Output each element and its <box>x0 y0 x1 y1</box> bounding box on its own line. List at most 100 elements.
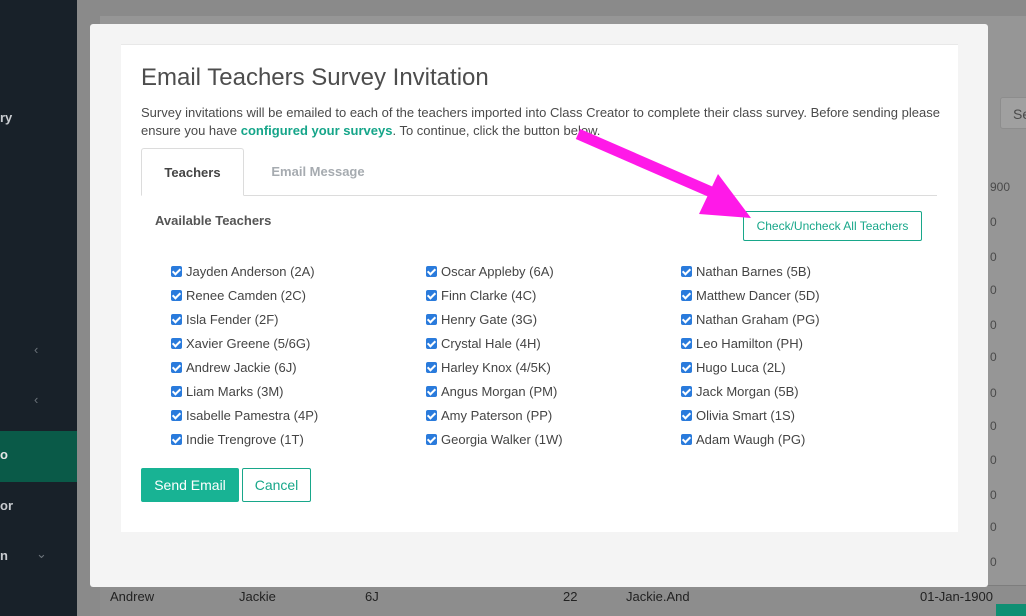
teacher-label: Nathan Graham (PG) <box>696 311 820 327</box>
table-cell: 6J <box>365 589 379 604</box>
teacher-item[interactable]: Leo Hamilton (PH) <box>681 331 820 355</box>
sidebar: ry ‹ ‹ o or n ⌄ <box>0 0 77 616</box>
tabs-divider <box>141 195 937 196</box>
tab-email-message[interactable]: Email Message <box>262 148 374 196</box>
table-cell: 0 <box>990 419 997 433</box>
available-teachers-heading: Available Teachers <box>155 213 272 228</box>
table-cell: Jackie <box>239 589 276 604</box>
teachers-column-3: Nathan Barnes (5B) Matthew Dancer (5D) N… <box>681 259 820 451</box>
checkbox-checked[interactable] <box>171 265 182 277</box>
teacher-item[interactable]: Nathan Barnes (5B) <box>681 259 820 283</box>
teacher-item[interactable]: Jack Morgan (5B) <box>681 379 820 403</box>
sidebar-item-label[interactable]: ry <box>0 110 12 125</box>
checkbox-checked[interactable] <box>171 409 182 421</box>
teacher-item[interactable]: Nathan Graham (PG) <box>681 307 820 331</box>
table-cell: 0 <box>990 555 997 569</box>
teacher-label: Nathan Barnes (5B) <box>696 263 811 279</box>
teacher-label: Georgia Walker (1W) <box>441 431 563 447</box>
teacher-item[interactable]: Crystal Hale (4H) <box>426 331 563 355</box>
checkbox-checked[interactable] <box>681 385 692 397</box>
table-cell: 0 <box>990 250 997 264</box>
cancel-button[interactable]: Cancel <box>242 468 311 502</box>
checkbox-checked[interactable] <box>426 385 437 397</box>
teacher-item[interactable]: Isabelle Pamestra (4P) <box>171 403 318 427</box>
chevron-down-icon[interactable]: ⌄ <box>36 546 47 562</box>
teacher-label: Olivia Smart (1S) <box>696 407 795 423</box>
teacher-item[interactable]: Amy Paterson (PP) <box>426 403 563 427</box>
check-uncheck-all-button[interactable]: Check/Uncheck All Teachers <box>743 211 922 241</box>
teacher-item[interactable]: Georgia Walker (1W) <box>426 427 563 451</box>
checkbox-checked[interactable] <box>171 337 182 349</box>
teacher-item[interactable]: Andrew Jackie (6J) <box>171 355 318 379</box>
checkbox-checked[interactable] <box>426 361 437 373</box>
teacher-item[interactable]: Isla Fender (2F) <box>171 307 318 331</box>
modal-title: Email Teachers Survey Invitation <box>141 64 489 91</box>
table-cell: 0 <box>990 350 997 364</box>
checkbox-checked[interactable] <box>681 409 692 421</box>
teacher-label: Amy Paterson (PP) <box>441 407 553 423</box>
teacher-label: Jayden Anderson (2A) <box>186 263 315 279</box>
checkbox-checked[interactable] <box>426 265 437 277</box>
teacher-item[interactable]: Renee Camden (2C) <box>171 283 318 307</box>
table-cell: 900 <box>990 180 1011 194</box>
checkbox-checked[interactable] <box>681 265 692 277</box>
checkbox-checked[interactable] <box>426 289 437 301</box>
checkbox-checked[interactable] <box>171 313 182 325</box>
table-cell: 0 <box>990 215 997 229</box>
checkbox-checked[interactable] <box>171 433 182 445</box>
checkbox-checked[interactable] <box>681 433 692 445</box>
teacher-label: Matthew Dancer (5D) <box>696 287 820 303</box>
checkbox-checked[interactable] <box>426 313 437 325</box>
chevron-left-icon[interactable]: ‹ <box>34 392 38 407</box>
teacher-item[interactable]: Adam Waugh (PG) <box>681 427 820 451</box>
teacher-label: Indie Trengrove (1T) <box>186 431 304 447</box>
send-email-button[interactable]: Send Email <box>141 468 239 502</box>
teacher-label: Renee Camden (2C) <box>186 287 306 303</box>
teacher-label: Jack Morgan (5B) <box>696 383 799 399</box>
configured-surveys-link[interactable]: configured your surveys <box>241 123 393 138</box>
checkbox-checked[interactable] <box>426 337 437 349</box>
teacher-item[interactable]: Indie Trengrove (1T) <box>171 427 318 451</box>
search-input[interactable]: Se <box>1000 97 1026 129</box>
teacher-label: Finn Clarke (4C) <box>441 287 537 303</box>
tab-teachers[interactable]: Teachers <box>141 148 244 196</box>
teacher-item[interactable]: Angus Morgan (PM) <box>426 379 563 403</box>
teacher-item[interactable]: Finn Clarke (4C) <box>426 283 563 307</box>
floating-action-button[interactable] <box>996 604 1026 616</box>
teacher-label: Angus Morgan (PM) <box>441 383 558 399</box>
checkbox-checked[interactable] <box>681 337 692 349</box>
table-cell: 0 <box>990 488 997 502</box>
sidebar-item-active[interactable]: o <box>0 431 77 482</box>
checkbox-checked[interactable] <box>426 409 437 421</box>
table-cell: 0 <box>990 283 997 297</box>
table-cell: 22 <box>563 589 578 604</box>
teachers-column-1: Jayden Anderson (2A) Renee Camden (2C) I… <box>171 259 318 451</box>
teacher-item[interactable]: Oscar Appleby (6A) <box>426 259 563 283</box>
teacher-item[interactable]: Xavier Greene (5/6G) <box>171 331 318 355</box>
checkbox-checked[interactable] <box>171 289 182 301</box>
sidebar-item-label[interactable]: or <box>0 498 13 513</box>
teacher-item[interactable]: Harley Knox (4/5K) <box>426 355 563 379</box>
table-row[interactable]: Andrew Jackie 6J 22 Jackie.And 01-Jan-19… <box>100 585 1026 616</box>
checkbox-checked[interactable] <box>681 289 692 301</box>
teacher-label: Hugo Luca (2L) <box>696 359 786 375</box>
teacher-item[interactable]: Olivia Smart (1S) <box>681 403 820 427</box>
checkbox-checked[interactable] <box>681 361 692 373</box>
checkbox-checked[interactable] <box>171 361 182 373</box>
teachers-column-2: Oscar Appleby (6A) Finn Clarke (4C) Henr… <box>426 259 563 451</box>
teacher-item[interactable]: Liam Marks (3M) <box>171 379 318 403</box>
teacher-item[interactable]: Henry Gate (3G) <box>426 307 563 331</box>
sidebar-item-label[interactable]: n <box>0 548 8 563</box>
chevron-left-icon[interactable]: ‹ <box>34 342 38 357</box>
table-cell: Andrew <box>110 589 155 604</box>
teacher-label: Harley Knox (4/5K) <box>441 359 551 375</box>
teacher-item[interactable]: Matthew Dancer (5D) <box>681 283 820 307</box>
teacher-item[interactable]: Jayden Anderson (2A) <box>171 259 318 283</box>
table-cell: 0 <box>990 386 997 400</box>
teacher-item[interactable]: Hugo Luca (2L) <box>681 355 820 379</box>
teacher-label: Isabelle Pamestra (4P) <box>186 407 319 423</box>
checkbox-checked[interactable] <box>681 313 692 325</box>
checkbox-checked[interactable] <box>426 433 437 445</box>
checkbox-checked[interactable] <box>171 385 182 397</box>
table-cell: 0 <box>990 520 997 534</box>
